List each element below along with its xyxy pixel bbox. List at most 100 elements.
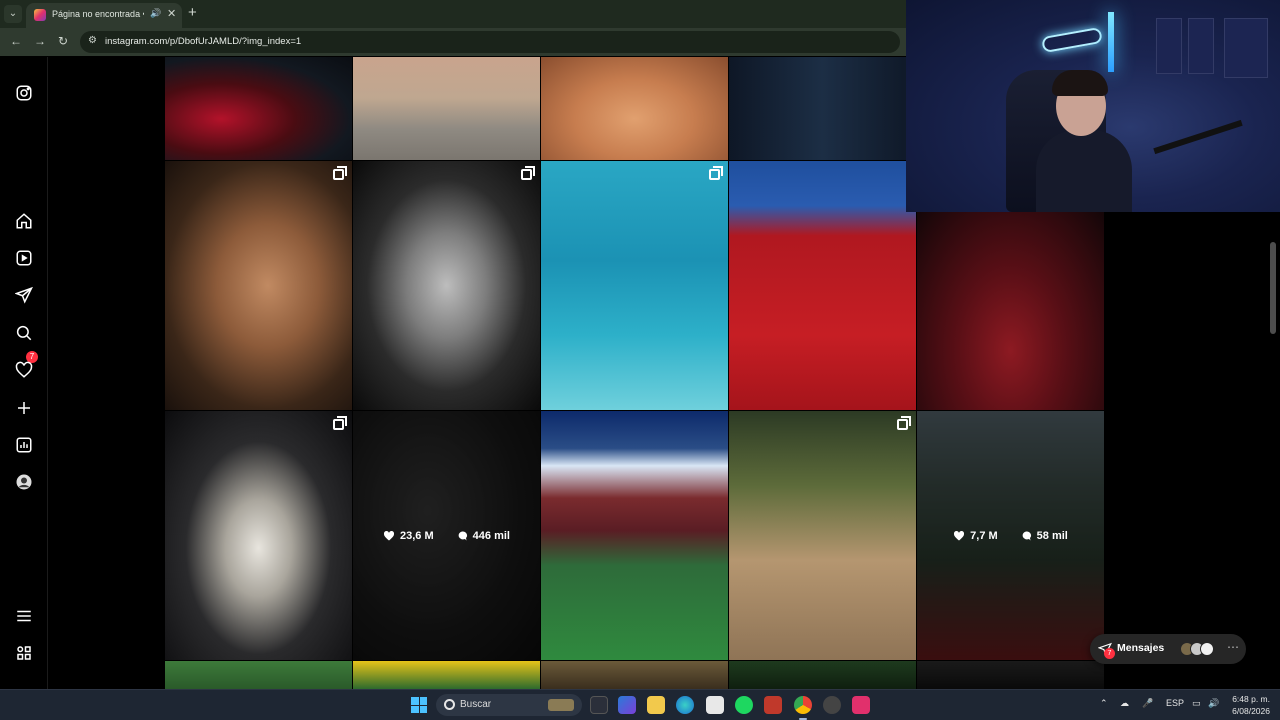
- carousel-icon: [897, 416, 911, 430]
- wall-poster: [1156, 18, 1182, 74]
- clock-date: 6/08/2026: [1232, 706, 1270, 716]
- search-highlight-image: [548, 699, 574, 711]
- comments-stat: 58 mil: [1020, 530, 1068, 542]
- obs-icon[interactable]: [823, 696, 841, 714]
- messages-button[interactable]: 7 Mensajes ⋯: [1090, 634, 1246, 664]
- neon-sign: [1041, 26, 1103, 54]
- profile-avatar[interactable]: [14, 472, 34, 492]
- post-stats-overlay: 7,7 M 58 mil: [917, 411, 1104, 660]
- home-icon[interactable]: [14, 211, 34, 231]
- instagram-logo-icon[interactable]: [14, 83, 34, 103]
- more-menu-icon[interactable]: [14, 606, 34, 626]
- tab-audio-icon[interactable]: 🔊: [150, 8, 161, 19]
- post-tile[interactable]: [541, 411, 728, 660]
- wall-poster: [1188, 18, 1214, 74]
- spotify-icon[interactable]: [735, 696, 753, 714]
- task-view-icon[interactable]: [590, 696, 608, 714]
- post-tile[interactable]: [917, 211, 1104, 410]
- comments-stat: 446 mil: [456, 530, 510, 542]
- tiktok-icon[interactable]: [852, 696, 870, 714]
- dashboard-icon[interactable]: [14, 435, 34, 455]
- address-toolbar: ← → ↻ ⚙ instagram.com/p/DbofUrJAMLD/?img…: [0, 28, 906, 56]
- browser-tab[interactable]: Página no encontrada • Insta 🔊 ✕: [26, 3, 182, 28]
- likes-count: 23,6 M: [400, 529, 434, 542]
- tab-title: Página no encontrada • Insta: [52, 9, 144, 19]
- forward-arrow-icon[interactable]: →: [34, 34, 46, 48]
- search-icon: [444, 699, 455, 710]
- heart-filled-icon: [383, 530, 395, 540]
- network-icon[interactable]: ▭: [1192, 698, 1201, 709]
- post-tile[interactable]: [353, 661, 540, 689]
- heart-icon[interactable]: [14, 360, 34, 380]
- avatar: [1200, 642, 1214, 656]
- post-tile[interactable]: [353, 57, 540, 160]
- post-tile[interactable]: [353, 161, 540, 410]
- heart-filled-icon: [954, 530, 965, 540]
- post-tile[interactable]: [729, 661, 916, 689]
- post-tile-hover[interactable]: 7,7 M 58 mil: [917, 411, 1104, 660]
- led-light-bar: [1108, 12, 1114, 72]
- new-tab-button[interactable]: +: [188, 4, 197, 21]
- post-tile[interactable]: [729, 161, 916, 410]
- site-info-icon[interactable]: ⚙: [88, 35, 97, 46]
- windows-taskbar: Buscar ⌃ ☁ 🎤 ESP ▭ 🔊 6:48 p. m. 6/08/202…: [0, 689, 1280, 720]
- microphone-icon[interactable]: 🎤: [1142, 698, 1153, 709]
- comments-count: 446 mil: [472, 529, 510, 542]
- likes-stat: 7,7 M: [953, 530, 998, 542]
- likes-stat: 23,6 M: [383, 530, 434, 542]
- back-arrow-icon[interactable]: ←: [10, 34, 22, 48]
- system-clock[interactable]: 6:48 p. m. 6/08/2026: [1226, 693, 1270, 717]
- create-plus-icon[interactable]: [14, 398, 34, 418]
- messages-send-icon[interactable]: [14, 285, 34, 305]
- omnibox[interactable]: ⚙ instagram.com/p/DbofUrJAMLD/?img_index…: [80, 31, 900, 53]
- comments-count: 58 mil: [1036, 529, 1068, 542]
- post-tile[interactable]: [541, 161, 728, 410]
- edge-icon[interactable]: [676, 696, 694, 714]
- likes-count: 7,7 M: [970, 529, 998, 542]
- wall-poster: [1224, 18, 1268, 78]
- chrome-icon[interactable]: [794, 696, 812, 714]
- post-tile[interactable]: [729, 57, 916, 160]
- tray-chevron-icon[interactable]: ⌃: [1100, 698, 1108, 709]
- messages-label: Mensajes: [1117, 642, 1165, 654]
- instagram-favicon-icon: [34, 9, 46, 21]
- post-tile[interactable]: [541, 661, 728, 689]
- copilot-icon[interactable]: [618, 696, 636, 714]
- windows-start-icon[interactable]: [411, 697, 427, 713]
- clock-time: 6:48 p. m.: [1232, 694, 1270, 704]
- tab-search-chevron-icon[interactable]: ⌄: [4, 5, 22, 23]
- post-tile-hover[interactable]: 23,6 M 446 mil: [353, 411, 540, 660]
- post-tile[interactable]: [165, 661, 352, 689]
- carousel-icon: [333, 416, 347, 430]
- tab-close-icon[interactable]: ✕: [167, 7, 176, 20]
- reels-icon[interactable]: [14, 248, 34, 268]
- scrollbar-thumb[interactable]: [1270, 242, 1276, 334]
- reload-icon[interactable]: ↻: [58, 34, 68, 48]
- volume-icon[interactable]: 🔊: [1208, 698, 1219, 709]
- messages-badge: 7: [1104, 648, 1115, 659]
- also-from-meta-icon[interactable]: [14, 643, 34, 663]
- microsoft-store-icon[interactable]: [706, 696, 724, 714]
- page-scrollbar[interactable]: [1270, 212, 1276, 690]
- post-tile[interactable]: [917, 661, 1104, 689]
- tray-cloud-icon[interactable]: ☁: [1120, 698, 1129, 709]
- carousel-icon: [709, 166, 723, 180]
- post-tile[interactable]: [165, 161, 352, 410]
- taskbar-search[interactable]: Buscar: [436, 694, 582, 716]
- search-icon[interactable]: [14, 323, 34, 343]
- post-tile[interactable]: [729, 411, 916, 660]
- streamer: [1036, 70, 1132, 212]
- language-indicator[interactable]: ESP: [1166, 698, 1184, 708]
- url-text[interactable]: instagram.com/p/DbofUrJAMLD/?img_index=1: [105, 36, 301, 47]
- taskbar-search-placeholder: Buscar: [460, 699, 492, 710]
- more-dots-icon[interactable]: ⋯: [1227, 640, 1239, 654]
- post-tile[interactable]: [541, 57, 728, 160]
- file-explorer-icon[interactable]: [647, 696, 665, 714]
- post-tile[interactable]: [165, 57, 352, 160]
- microphone-arm: [1153, 119, 1243, 155]
- voice-app-icon[interactable]: [764, 696, 782, 714]
- messages-avatars: [1180, 642, 1214, 656]
- comment-bubble-icon: [458, 530, 467, 540]
- post-tile[interactable]: [165, 411, 352, 660]
- instagram-nav-rail: 7: [0, 57, 48, 689]
